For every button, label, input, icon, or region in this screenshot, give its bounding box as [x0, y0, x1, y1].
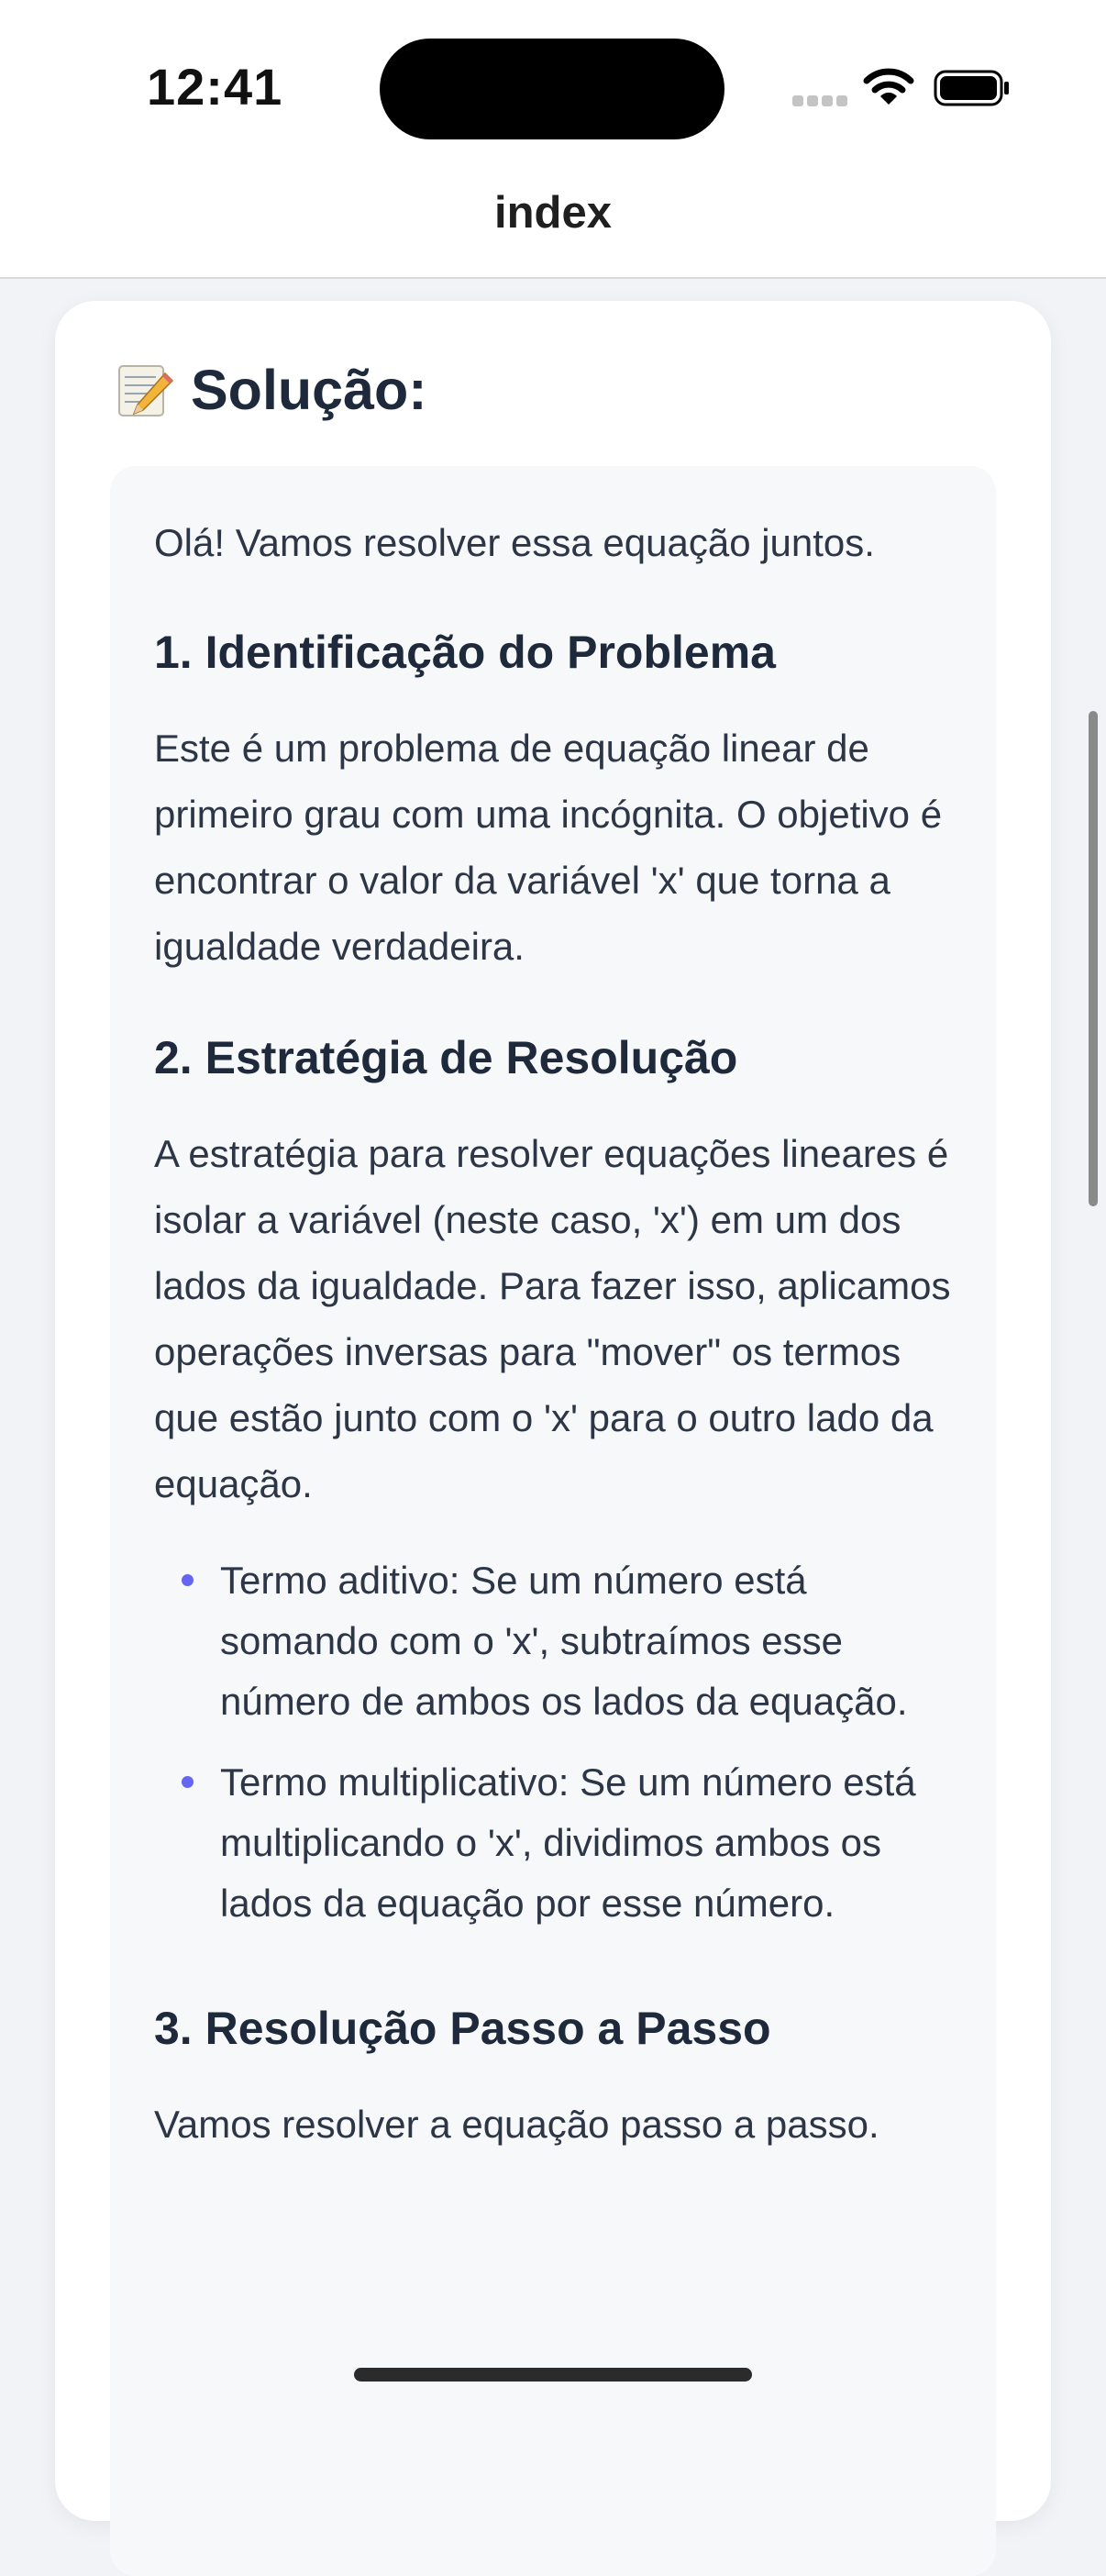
nav-bar: index: [0, 165, 1106, 279]
dynamic-island: [380, 39, 724, 139]
battery-icon: [934, 70, 1009, 106]
solution-card: Solução: Olá! Vamos resolver essa equaçã…: [55, 301, 1051, 2576]
memo-icon: [118, 365, 174, 416]
section-heading: 3. Resolução Passo a Passo: [154, 2003, 771, 2054]
list-item: Termo aditivo: Se um número está somando…: [154, 1550, 961, 1732]
status-time: 12:41: [147, 58, 283, 116]
scrollbar[interactable]: [1089, 711, 1098, 1206]
wifi-icon: [863, 68, 914, 105]
answer-content: Olá! Vamos resolver essa equação juntos.…: [154, 510, 961, 2158]
bullet-dot: [182, 1776, 194, 1788]
section-heading: 2. Estratégia de Resolução: [154, 1032, 738, 1083]
card-title: Solução:: [191, 359, 427, 421]
list-item-text: Termo multiplicativo: Se um número está …: [220, 1760, 916, 1925]
bullet-list: Termo aditivo: Se um número está somando…: [154, 1550, 961, 1934]
section-heading: 1. Identificação do Problema: [154, 627, 776, 678]
section-paragraph: A estratégia para resolver equações line…: [154, 1132, 951, 1505]
list-item-text: Termo aditivo: Se um número está somando…: [220, 1559, 908, 1723]
nav-title: index: [494, 188, 612, 238]
signal-icon: [792, 95, 847, 106]
card-heading: Solução:: [116, 358, 427, 422]
answer-box: Olá! Vamos resolver essa equação juntos.…: [110, 466, 996, 2576]
section-paragraph: Este é um problema de equação linear de …: [154, 727, 943, 968]
home-indicator[interactable]: [354, 2368, 752, 2382]
section-paragraph: Vamos resolver a equação passo a passo.: [154, 2103, 879, 2146]
status-bar: 12:41: [0, 0, 1106, 165]
list-item: Termo multiplicativo: Se um número está …: [154, 1752, 961, 1934]
intro-text: Olá! Vamos resolver essa equação juntos.: [154, 521, 875, 564]
bullet-dot: [182, 1574, 194, 1586]
